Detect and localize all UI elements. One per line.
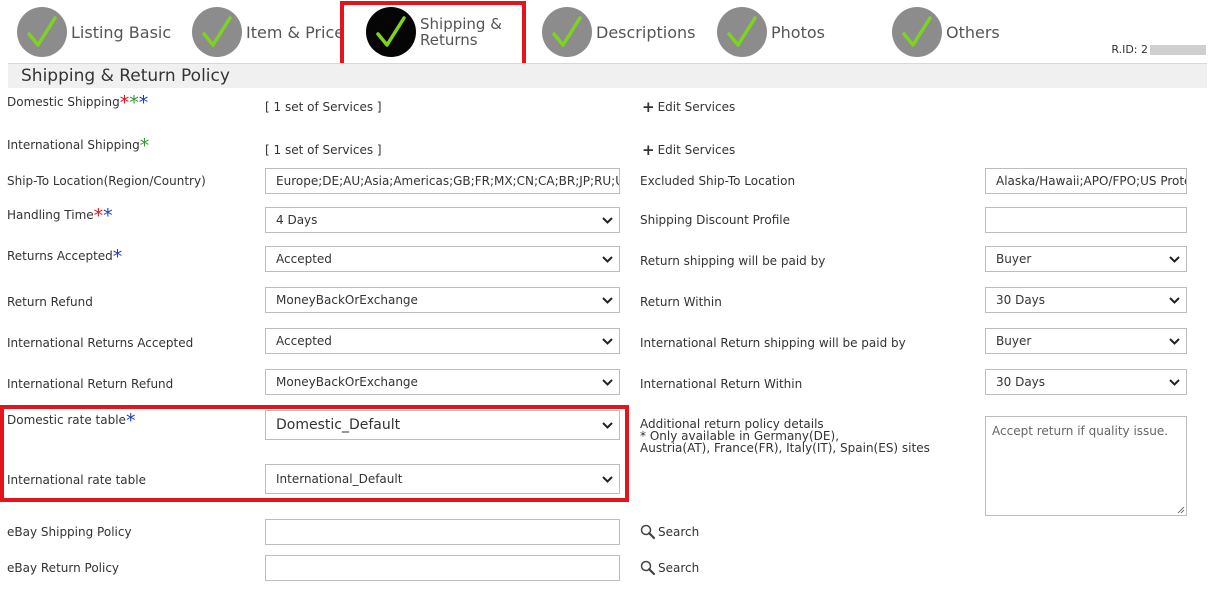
check-icon <box>192 7 242 57</box>
edit-domestic-services-button[interactable]: + Edit Services <box>642 98 735 116</box>
return-within-select[interactable]: 30 Days <box>985 287 1187 313</box>
chevron-down-icon <box>1169 379 1180 386</box>
plus-icon: + <box>642 98 655 116</box>
step-listing-basic[interactable]: Listing Basic <box>17 7 171 57</box>
chevron-down-icon <box>1169 256 1180 263</box>
ship-to-label: Ship-To Location(Region/Country) <box>7 174 206 188</box>
handling-time-select[interactable]: 4 Days <box>265 207 620 233</box>
ebay-return-policy-input[interactable] <box>265 555 620 581</box>
return-within-label: Return Within <box>640 295 722 309</box>
step-label: Others <box>946 22 1000 42</box>
intl-rate-label: International rate table <box>7 473 146 487</box>
intl-return-within-label: International Return Within <box>640 377 803 391</box>
intl-return-paid-by-select[interactable]: Buyer <box>985 328 1187 354</box>
shipping-discount-label: Shipping Discount Profile <box>640 213 790 227</box>
international-services-count: [ 1 set of Services ] <box>265 143 382 157</box>
step-label: Item & Price <box>246 22 345 42</box>
domestic-rate-label: Domestic rate table* <box>7 410 136 432</box>
excluded-ship-to-input[interactable]: Alaska/Hawaii;APO/FPO;US Protectorates <box>985 168 1187 194</box>
international-shipping-label: International Shipping* <box>7 135 150 157</box>
step-photos[interactable]: Photos <box>717 7 825 57</box>
domestic-shipping-label: Domestic Shipping*** <box>7 92 149 114</box>
search-icon <box>640 560 656 576</box>
ebay-return-search-button[interactable]: Search <box>640 560 699 576</box>
step-label: Photos <box>771 22 825 42</box>
handling-time-label: Handling Time** <box>7 205 113 227</box>
chevron-down-icon <box>602 217 613 224</box>
intl-returns-accepted-select[interactable]: Accepted <box>265 328 620 354</box>
excluded-ship-to-label: Excluded Ship-To Location <box>640 174 796 188</box>
step-item-price[interactable]: Item & Price <box>192 7 344 57</box>
chevron-down-icon <box>1169 297 1180 304</box>
step-label: Listing Basic <box>71 22 172 42</box>
ship-to-input[interactable]: Europe;DE;AU;Asia;Americas;GB;FR;MX;CN;C… <box>265 168 620 194</box>
check-icon <box>717 7 767 57</box>
step-descriptions[interactable]: Descriptions <box>542 7 695 57</box>
record-id: R.ID: 2 <box>1111 43 1206 56</box>
intl-returns-accepted-label: International Returns Accepted <box>7 336 194 350</box>
intl-return-within-select[interactable]: 30 Days <box>985 369 1187 395</box>
redacted-id <box>1150 44 1206 55</box>
returns-accepted-label: Returns Accepted* <box>7 246 123 268</box>
ebay-shipping-policy-input[interactable] <box>265 519 620 545</box>
intl-return-paid-by-label: International Return shipping will be pa… <box>640 336 906 350</box>
chevron-down-icon <box>602 476 613 483</box>
plus-icon: + <box>642 141 655 159</box>
additional-policy-label: Additional return policy details * Only … <box>640 417 930 455</box>
chevron-down-icon <box>1169 338 1180 345</box>
check-icon <box>17 7 67 57</box>
active-step-highlight <box>340 1 526 70</box>
return-paid-by-select[interactable]: Buyer <box>985 246 1187 272</box>
chevron-down-icon <box>602 338 613 345</box>
search-icon <box>640 524 656 540</box>
step-others[interactable]: Others <box>892 7 1000 57</box>
chevron-down-icon <box>602 422 613 429</box>
check-icon <box>542 7 592 57</box>
return-refund-label: Return Refund <box>7 295 93 309</box>
shipping-discount-input[interactable] <box>985 207 1187 233</box>
chevron-down-icon <box>602 297 613 304</box>
resize-grip-icon <box>1177 506 1185 514</box>
additional-policy-textarea[interactable]: Accept return if quality issue. <box>985 416 1187 516</box>
ebay-return-policy-label: eBay Return Policy <box>7 561 120 575</box>
step-label: Descriptions <box>596 22 696 42</box>
ebay-shipping-policy-label: eBay Shipping Policy <box>7 525 132 539</box>
domestic-services-count: [ 1 set of Services ] <box>265 100 382 114</box>
edit-international-services-button[interactable]: + Edit Services <box>642 141 735 159</box>
check-icon <box>892 7 942 57</box>
domestic-rate-select[interactable]: Domestic_Default <box>265 410 620 440</box>
returns-accepted-select[interactable]: Accepted <box>265 246 620 272</box>
return-paid-by-label: Return shipping will be paid by <box>640 254 826 268</box>
return-refund-select[interactable]: MoneyBackOrExchange <box>265 287 620 313</box>
ebay-shipping-search-button[interactable]: Search <box>640 524 699 540</box>
intl-return-refund-label: International Return Refund <box>7 377 174 391</box>
intl-rate-select[interactable]: International_Default <box>265 464 620 494</box>
chevron-down-icon <box>602 256 613 263</box>
intl-return-refund-select[interactable]: MoneyBackOrExchange <box>265 369 620 395</box>
section-title: Shipping & Return Policy <box>8 63 1207 88</box>
chevron-down-icon <box>602 379 613 386</box>
